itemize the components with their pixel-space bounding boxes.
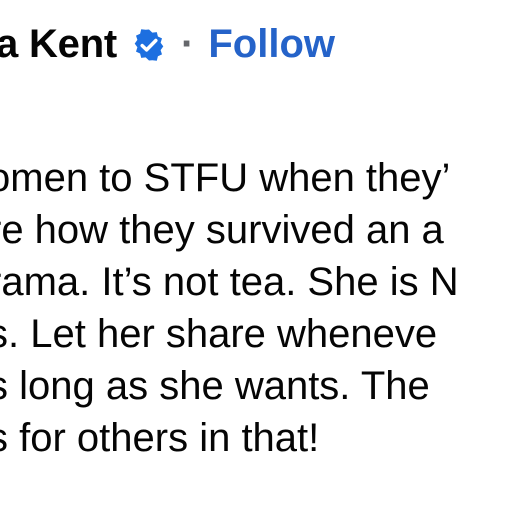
- post-body-line: rama. It’s not tea. She is N: [0, 260, 459, 304]
- post-screen: a Kent · Follow omen to STFU when they’ …: [0, 0, 508, 508]
- post-body: omen to STFU when they’ re how they surv…: [0, 152, 508, 464]
- post-header: a Kent · Follow: [0, 20, 335, 68]
- post-body-line: omen to STFU when they’: [0, 156, 451, 200]
- verified-badge-icon: [131, 27, 167, 63]
- follow-button[interactable]: Follow: [208, 20, 335, 68]
- post-body-line: s long as she wants. The: [0, 364, 430, 408]
- post-body-line: re how they survived an a: [0, 208, 444, 252]
- post-body-line: s for others in that!: [0, 416, 320, 460]
- post-body-line: s. Let her share wheneve: [0, 312, 438, 356]
- author-name[interactable]: a Kent: [0, 20, 117, 68]
- header-separator-dot: ·: [181, 22, 195, 66]
